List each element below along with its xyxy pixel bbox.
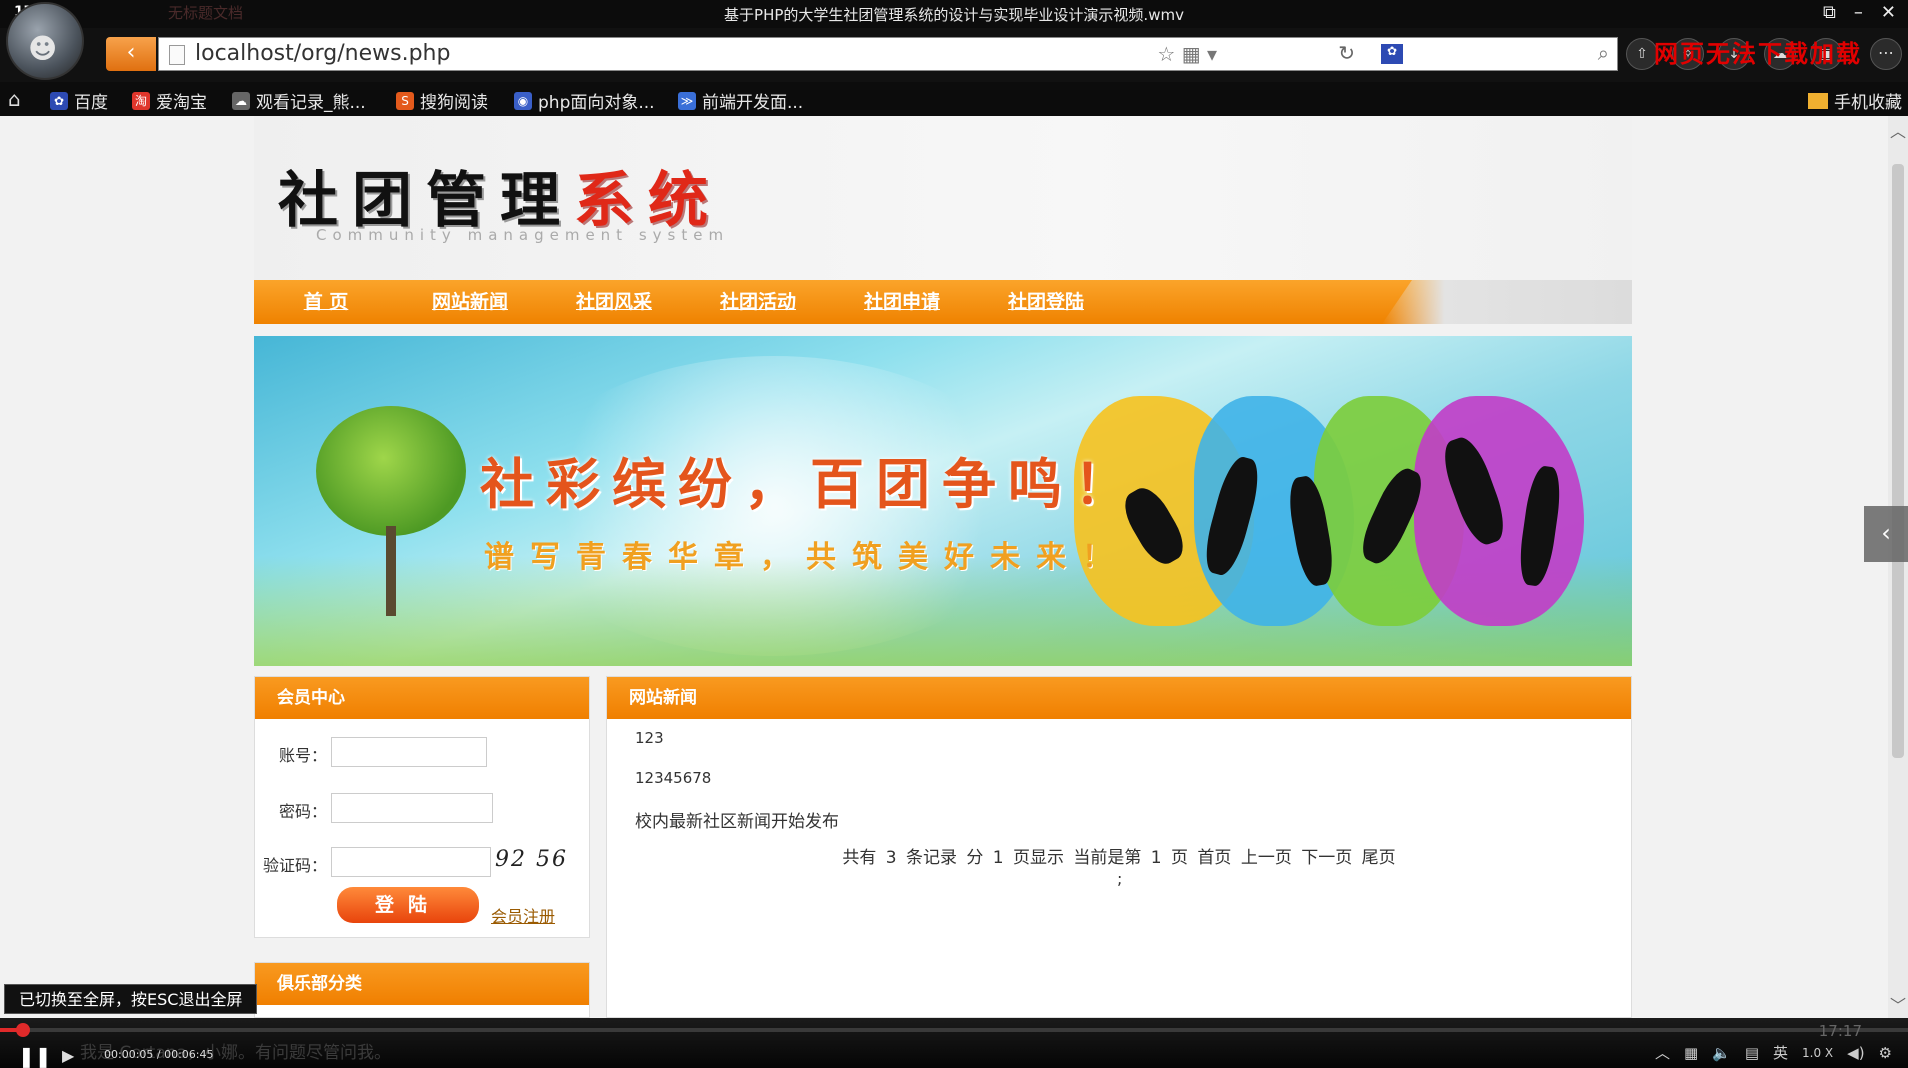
fullscreen-toast: 已切换至全屏，按ESC退出全屏 [4,984,258,1014]
more-menu-icon[interactable]: ⋯ [1870,38,1902,70]
web-page: 社团管理系统 Community management system 首 页 网… [0,116,1888,1018]
password-label: 密码： [278,802,327,821]
close-icon[interactable]: ✕ [1881,2,1896,23]
bookmark-baidu[interactable]: ✿ 百度 [50,88,108,113]
chevron-left-icon: ‹ [1881,519,1891,547]
main-nav: 首 页 网站新闻 社团风采 社团活动 社团申请 社团登陆 [254,280,1632,324]
nav-news[interactable]: 网站新闻 [398,280,542,324]
club-category-heading: 俱乐部分类 [255,963,589,1005]
video-watermark-text: 网页无法下载加载 [1654,39,1862,68]
mobile-favorites[interactable]: 手机收藏 [1808,88,1902,113]
seek-bar[interactable] [0,1023,1908,1037]
bookmark-aitaobao[interactable]: 淘爱淘宝 [132,88,207,113]
nav-club-apply[interactable]: 社团申请 [830,280,974,324]
banner-subslogan: 谱写青春华章，共筑美好未来！ [484,540,1128,575]
page-favicon-icon: ◉ [514,91,532,110]
window-controls: ⧉ – ✕ [1823,2,1896,23]
page-icon [169,45,185,65]
network-icon[interactable]: ▦ [1684,1044,1698,1062]
search-engine-icon[interactable]: ✿ [1381,44,1403,64]
news-heading: 网站新闻 [607,677,1631,719]
pause-icon[interactable]: ❚❚ [18,1044,52,1068]
scroll-up-icon[interactable]: ︿ [1890,118,1906,142]
bookmark-frontend-interview[interactable]: ≫ 前端开发面... [678,88,803,113]
notification-icon[interactable]: ▤ [1745,1044,1759,1062]
scrollbar-thumb[interactable] [1892,164,1904,758]
banner-slogan: 社彩缤纷，百团争鸣！ [480,452,1140,516]
nav-home[interactable]: 首 页 [254,280,398,324]
scroll-down-icon[interactable]: ﹀ [1890,992,1906,1016]
player-title-bar: 17:18 无标题文档 基于PHP的大学生社团管理系统的设计与实现毕业设计演示视… [0,0,1908,28]
address-url[interactable]: localhost/org/news.php [195,41,450,66]
search-icon[interactable]: ⌕ [1598,41,1609,65]
password-row: 密码： [255,793,589,823]
account-input[interactable] [331,737,487,767]
minimize-icon[interactable]: – [1854,2,1863,23]
side-panel-toggle[interactable]: ‹ [1864,506,1908,562]
tree-illustration [316,406,466,536]
video-title: 基于PHP的大学生社团管理系统的设计与实现毕业设计演示视频.wmv [724,6,1184,24]
news-panel: 网站新闻 123 12345678 校内最新社区新闻开始发布 共有 3 条记录 … [606,676,1632,1018]
folder-icon [1808,92,1828,109]
news-item[interactable]: 123 [635,729,664,747]
password-input[interactable] [331,793,493,823]
volume-tray-icon[interactable]: 🔈 [1712,1044,1731,1062]
system-tray: ︿ ▦ 🔈 ▤ 英 1.0 X ◀) ⚙ [1655,1042,1892,1063]
news-item[interactable]: 12345678 [635,769,711,787]
site-subtitle: Community management system [316,226,730,244]
taobao-icon: 淘 [132,91,150,110]
bookmark-sogou-reading[interactable]: S 搜狗阅读 [396,88,488,113]
bookmarks-bar: ⌂ ✿ 百度 淘爱淘宝 ☁ 观看记录_熊... S 搜狗阅读 ◉ php面向对象... … [0,82,1908,116]
captcha-image[interactable]: 92 56 [495,847,568,872]
nav-club-style[interactable]: 社团风采 [542,280,686,324]
back-arrow-icon: ‹ [126,40,136,65]
chevron-up-icon[interactable]: ︿ [1655,1042,1670,1063]
captcha-label: 验证码： [262,856,327,875]
bookmark-php-oop[interactable]: ◉ php面向对象... [514,88,655,113]
browser-toolbar: ☻ ‹ localhost/org/news.php ☆ ▦ ▾ ↻ ✿ ⌕ ⇧… [0,2,1908,82]
ime-indicator[interactable]: 英 [1773,1042,1788,1063]
address-bar[interactable]: localhost/org/news.php ☆ ▦ ▾ ↻ ✿ ⌕ [158,37,1618,71]
baidu-icon: ✿ [50,91,68,110]
seek-knob[interactable] [15,1023,30,1037]
captcha-row: 验证码： 92 56 [255,847,589,877]
member-center-panel: 会员中心 账号： 密码： 验证码： 92 56 登陆 会员注册 [254,676,590,938]
news-item[interactable]: 校内最新社区新闻开始发布 [635,807,839,832]
volume-icon[interactable]: ◀) [1847,1044,1864,1062]
site-header: 社团管理系统 Community management system [254,116,1632,280]
member-center-heading: 会员中心 [255,677,589,719]
bookmark-star-icon[interactable]: ☆ ▦ ▾ [1157,42,1217,66]
browser-logo-icon[interactable]: ☻ [6,2,84,80]
back-button[interactable]: ‹ [106,37,156,71]
captcha-input[interactable] [331,847,491,877]
reload-icon[interactable]: ↻ [1338,41,1355,65]
nav-club-login[interactable]: 社团登陆 [974,280,1118,324]
page-scrollbar[interactable]: ︿ ﹀ [1888,116,1908,1018]
restore-window-icon[interactable]: ⧉ [1823,2,1836,23]
sogou-icon: S [396,91,414,110]
chevron-favicon-icon: ≫ [678,91,696,110]
home-icon[interactable]: ⌂ [8,87,21,111]
playback-rate[interactable]: 1.0 X [1802,1046,1833,1060]
ghost-tray-clock: 17:17 [1818,1022,1862,1040]
account-label: 账号： [278,746,327,765]
next-icon[interactable]: ▶ [62,1046,74,1065]
banner-image: 社彩缤纷，百团争鸣！ 谱写青春华章，共筑美好未来！ [254,336,1632,666]
bookmark-watch-history[interactable]: ☁ 观看记录_熊... [232,88,366,113]
login-button[interactable]: 登陆 [337,887,479,923]
club-category-panel: 俱乐部分类 [254,962,590,1018]
page-container: 社团管理系统 Community management system 首 页 网… [254,116,1632,1018]
player-controls: 我是 Cortana，小娜。有问题尽管问我。 ❚❚ ▶ 00:00:05 / 0… [0,1018,1908,1068]
news-pager[interactable]: 共有 3 条记录 分 1 页显示 当前是第 1 页 首页 上一页 下一页 尾页 [607,843,1631,868]
playback-time: 00:00:05 / 00:06:45 [104,1048,214,1061]
cloud-icon: ☁ [232,91,250,110]
account-row: 账号： [255,737,589,767]
pager-semicolon: ; [1117,869,1123,888]
nav-club-activities[interactable]: 社团活动 [686,280,830,324]
settings-icon[interactable]: ⚙ [1879,1044,1892,1062]
register-link[interactable]: 会员注册 [491,903,555,927]
